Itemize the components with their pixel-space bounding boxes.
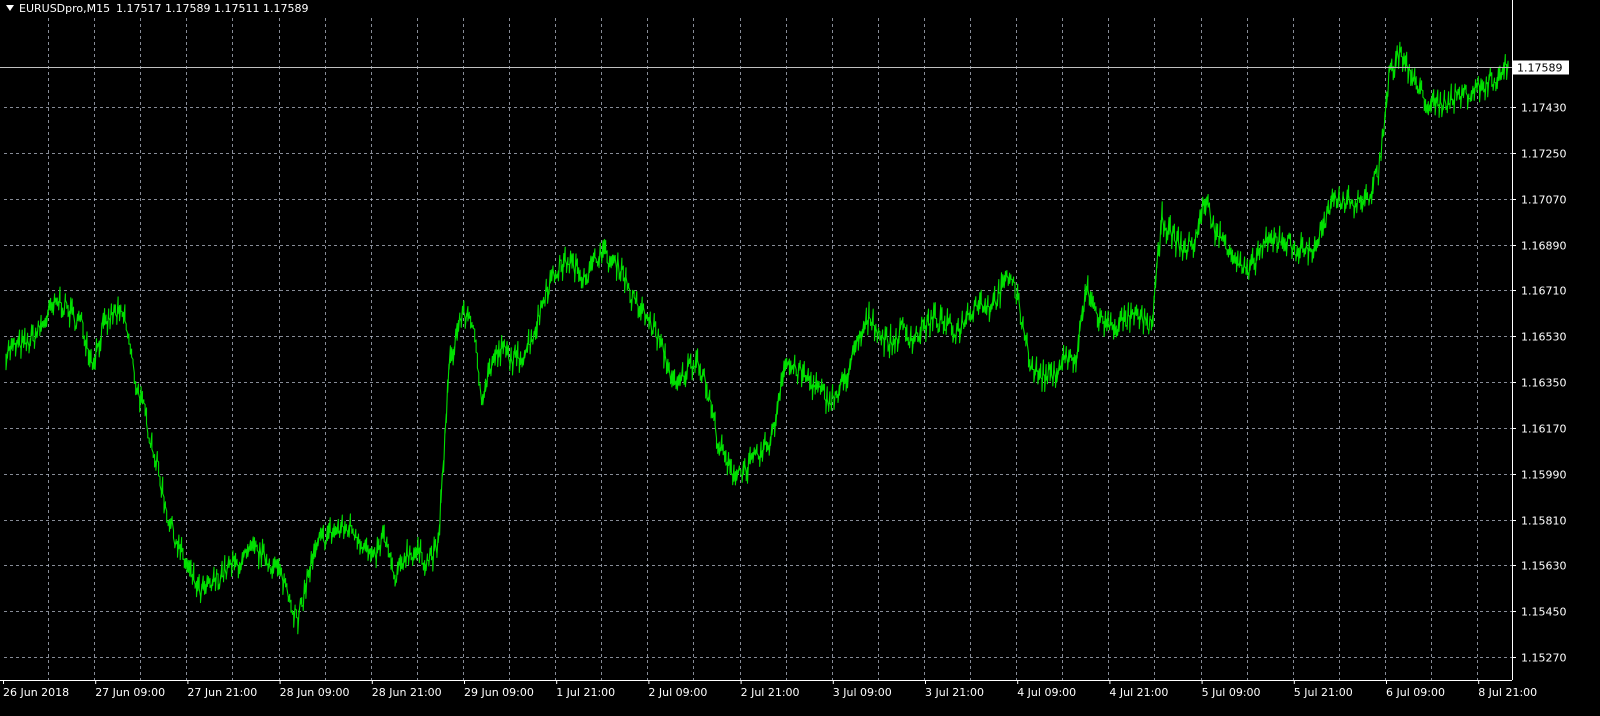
x-tick-label: 8 Jul 21:00 — [1478, 686, 1537, 699]
x-tick-label: 2 Jul 21:00 — [741, 686, 800, 699]
y-tick-label: 1.15630 — [1521, 560, 1567, 573]
y-tick-label: 1.15990 — [1521, 469, 1567, 482]
y-tick-label: 1.16710 — [1521, 285, 1567, 298]
current-price-label: 1.17589 — [1517, 62, 1563, 75]
x-tick-label: 28 Jun 09:00 — [280, 686, 350, 699]
x-tick-label: 4 Jul 21:00 — [1109, 686, 1168, 699]
x-tick-label: 1 Jul 21:00 — [556, 686, 615, 699]
x-tick-label: 3 Jul 21:00 — [925, 686, 984, 699]
y-tick-label: 1.17250 — [1521, 148, 1567, 161]
y-tick-label: 1.15810 — [1521, 515, 1567, 528]
y-tick-label: 1.16530 — [1521, 331, 1567, 344]
y-tick-label: 1.17070 — [1521, 194, 1567, 207]
y-tick-label: 1.16170 — [1521, 423, 1567, 436]
x-tick-label: 3 Jul 09:00 — [833, 686, 892, 699]
price-chart[interactable]: 1.17430 1.17250 1.17070 1.16890 1.16710 1.165… — [0, 0, 1600, 716]
x-tick-label: 28 Jun 21:00 — [372, 686, 442, 699]
x-tick-label: 6 Jul 09:00 — [1386, 686, 1445, 699]
x-tick-label: 27 Jun 21:00 — [187, 686, 257, 699]
symbol-label: EURUSDpro,M15 — [19, 2, 110, 15]
y-tick-label: 1.17430 — [1521, 102, 1567, 115]
x-tick-label: 4 Jul 09:00 — [1017, 686, 1076, 699]
y-tick-label: 1.16350 — [1521, 377, 1567, 390]
x-tick-label: 27 Jun 09:00 — [95, 686, 165, 699]
x-tick-label: 5 Jul 09:00 — [1202, 686, 1261, 699]
ohlc-values: 1.17517 1.17589 1.17511 1.17589 — [116, 2, 308, 15]
x-tick-label: 29 Jun 09:00 — [464, 686, 534, 699]
y-tick-label: 1.15270 — [1521, 652, 1567, 665]
chart-header: EURUSDpro,M15 1.17517 1.17589 1.17511 1.… — [6, 2, 308, 15]
x-tick-label: 26 Jun 2018 — [3, 686, 69, 699]
chart-window[interactable]: 1.17430 1.17250 1.17070 1.16890 1.16710 1.165… — [0, 0, 1600, 716]
y-tick-label: 1.16890 — [1521, 240, 1567, 253]
y-tick-label: 1.15450 — [1521, 606, 1567, 619]
x-tick-label: 2 Jul 09:00 — [648, 686, 707, 699]
x-tick-label: 5 Jul 21:00 — [1294, 686, 1353, 699]
